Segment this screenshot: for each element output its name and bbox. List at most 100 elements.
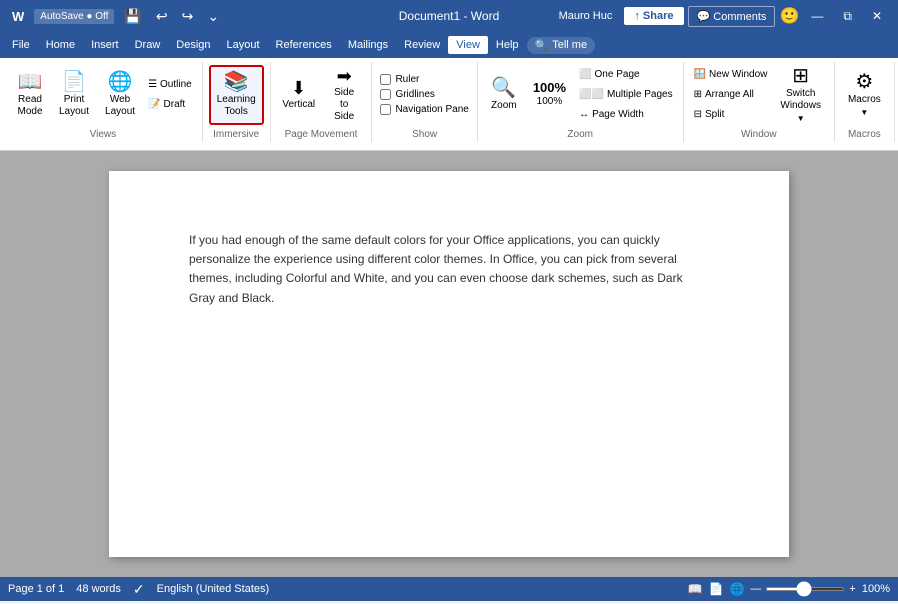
menu-references[interactable]: References <box>268 36 340 54</box>
page-width-label: Page Width <box>592 109 644 120</box>
ribbon-group-window: 🪟 New Window ⊞ Arrange All ⊟ Split ⊞ Swi… <box>684 62 835 142</box>
draft-icon: 📝 <box>148 99 160 110</box>
redo-icon[interactable]: ↪ <box>178 6 198 27</box>
menu-design[interactable]: Design <box>168 36 218 54</box>
outline-label: Outline <box>160 79 192 90</box>
window-buttons: 🪟 New Window ⊞ Arrange All ⊟ Split ⊞ Swi… <box>690 62 828 127</box>
menu-help[interactable]: Help <box>488 36 527 54</box>
draft-button[interactable]: 📝 Draft <box>144 96 196 114</box>
restore-button[interactable]: ⧉ <box>835 5 860 28</box>
zoom-slider-input[interactable] <box>765 587 845 591</box>
zoom-out-button[interactable]: — <box>750 583 761 595</box>
macros-icon: ⚙ <box>855 72 873 92</box>
minimize-button[interactable]: — <box>803 5 831 27</box>
macros-buttons: ⚙ Macros ▼ <box>841 62 888 127</box>
switch-windows-button[interactable]: ⊞ SwitchWindows ▼ <box>773 65 828 125</box>
menu-file[interactable]: File <box>4 36 38 54</box>
navigation-pane-checkbox-label[interactable]: Navigation Pane <box>378 103 470 116</box>
one-page-icon: ⬜ <box>579 69 591 80</box>
menu-review[interactable]: Review <box>396 36 448 54</box>
word-logo: W <box>8 7 28 26</box>
print-layout-icon: 📄 <box>62 72 87 92</box>
ribbon-group-page-movement: ⬇ Vertical ➡ Sideto Side Page Movement <box>271 62 373 142</box>
tell-me-search[interactable]: 🔍 Tell me <box>527 37 596 54</box>
learning-tools-button[interactable]: 📚 LearningTools <box>209 65 264 125</box>
menu-mailings[interactable]: Mailings <box>340 36 396 54</box>
side-to-side-button[interactable]: ➡ Sideto Side <box>323 65 366 125</box>
search-icon: 🔍 <box>535 39 549 52</box>
language[interactable]: English (United States) <box>157 583 270 595</box>
view-mode-print-icon[interactable]: 📄 <box>709 582 724 596</box>
new-window-icon: 🪟 <box>694 69 706 80</box>
share-button[interactable]: ↑ Share <box>624 7 683 25</box>
feedback-icon[interactable]: 🙂 <box>779 6 799 26</box>
status-left: Page 1 of 1 48 words ✓ English (United S… <box>8 581 269 598</box>
customize-icon[interactable]: ⌄ <box>203 6 223 27</box>
page-info[interactable]: Page 1 of 1 <box>8 583 64 595</box>
ruler-checkbox-label[interactable]: Ruler <box>378 73 470 86</box>
document-title: Document1 - Word <box>399 9 499 23</box>
outline-icon: ☰ <box>148 79 157 90</box>
view-mode-read-icon[interactable]: 📖 <box>688 582 703 596</box>
menu-view[interactable]: View <box>448 36 488 54</box>
autosave-toggle[interactable]: AutoSave ● Off <box>34 9 114 24</box>
learning-tools-label: LearningTools <box>217 94 256 118</box>
zoom-100-button[interactable]: 100% 100% <box>526 65 573 125</box>
arrange-all-button[interactable]: ⊞ Arrange All <box>690 86 772 104</box>
save-icon[interactable]: 💾 <box>120 6 145 27</box>
navigation-pane-checkbox[interactable] <box>380 104 391 115</box>
close-button[interactable]: ✕ <box>864 5 890 27</box>
status-bar: Page 1 of 1 48 words ✓ English (United S… <box>0 577 898 601</box>
print-layout-label: PrintLayout <box>59 94 89 118</box>
web-layout-label: WebLayout <box>105 94 135 118</box>
show-checkboxes: Ruler Gridlines Navigation Pane <box>378 62 470 127</box>
macros-dropdown-icon: ▼ <box>860 108 868 117</box>
undo-icon[interactable]: ↩ <box>152 6 172 27</box>
title-bar-left: W AutoSave ● Off 💾 ↩ ↪ ⌄ <box>8 6 223 27</box>
switch-windows-dropdown-icon: ▼ <box>797 114 805 123</box>
one-page-button[interactable]: ⬜ One Page <box>575 66 677 84</box>
page-width-button[interactable]: ↔ Page Width <box>575 106 677 124</box>
switch-windows-icon: ⊞ <box>792 66 809 86</box>
menu-layout[interactable]: Layout <box>219 36 268 54</box>
word-count[interactable]: 48 words <box>76 583 121 595</box>
zoom-in-button[interactable]: + <box>849 583 855 595</box>
spelling-check-icon[interactable]: ✓ <box>133 581 145 598</box>
vertical-button[interactable]: ⬇ Vertical <box>277 65 321 125</box>
zoom-level[interactable]: 100% <box>862 583 890 595</box>
web-layout-icon: 🌐 <box>108 72 133 92</box>
page-width-icon: ↔ <box>579 109 589 120</box>
comments-button[interactable]: 💬 Comments <box>688 6 776 27</box>
gridlines-checkbox-label[interactable]: Gridlines <box>378 88 470 101</box>
macros-label: Macros <box>848 94 881 106</box>
view-mode-web-icon[interactable]: 🌐 <box>729 582 744 596</box>
macros-button[interactable]: ⚙ Macros ▼ <box>841 65 888 125</box>
gridlines-checkbox[interactable] <box>380 89 391 100</box>
read-mode-button[interactable]: 📖 ReadMode <box>10 65 50 125</box>
vertical-label: Vertical <box>282 99 315 111</box>
zoom-buttons: 🔍 Zoom 100% 100% ⬜ One Page ⬜⬜ Multiple … <box>484 62 677 127</box>
web-layout-button[interactable]: 🌐 WebLayout <box>98 65 142 125</box>
zoom-button[interactable]: 🔍 Zoom <box>484 65 524 125</box>
menu-insert[interactable]: Insert <box>83 36 127 54</box>
ruler-label: Ruler <box>395 74 419 85</box>
split-button[interactable]: ⊟ Split <box>690 106 772 124</box>
menu-bar: File Home Insert Draw Design Layout Refe… <box>0 32 898 58</box>
immersive-group-label: Immersive <box>213 129 259 142</box>
menu-draw[interactable]: Draw <box>127 36 169 54</box>
ruler-checkbox[interactable] <box>380 74 391 85</box>
outline-button[interactable]: ☰ Outline <box>144 76 196 94</box>
ribbon-group-immersive: 📚 LearningTools Immersive <box>203 62 271 142</box>
draft-label: Draft <box>164 99 186 110</box>
title-bar-right: Mauro Huc ↑ Share 💬 Comments 🙂 — ⧉ ✕ <box>559 5 890 28</box>
multiple-pages-button[interactable]: ⬜⬜ Multiple Pages <box>575 86 677 104</box>
print-layout-button[interactable]: 📄 PrintLayout <box>52 65 96 125</box>
new-window-button[interactable]: 🪟 New Window <box>690 66 772 84</box>
tell-me-label: Tell me <box>552 39 587 51</box>
ribbon-group-views: 📖 ReadMode 📄 PrintLayout 🌐 WebLayout ☰ O… <box>4 62 203 142</box>
gridlines-label: Gridlines <box>395 89 434 100</box>
arrange-all-icon: ⊞ <box>694 89 702 100</box>
zoom-group-label: Zoom <box>567 129 593 142</box>
vertical-icon: ⬇ <box>291 79 306 97</box>
menu-home[interactable]: Home <box>38 36 83 54</box>
